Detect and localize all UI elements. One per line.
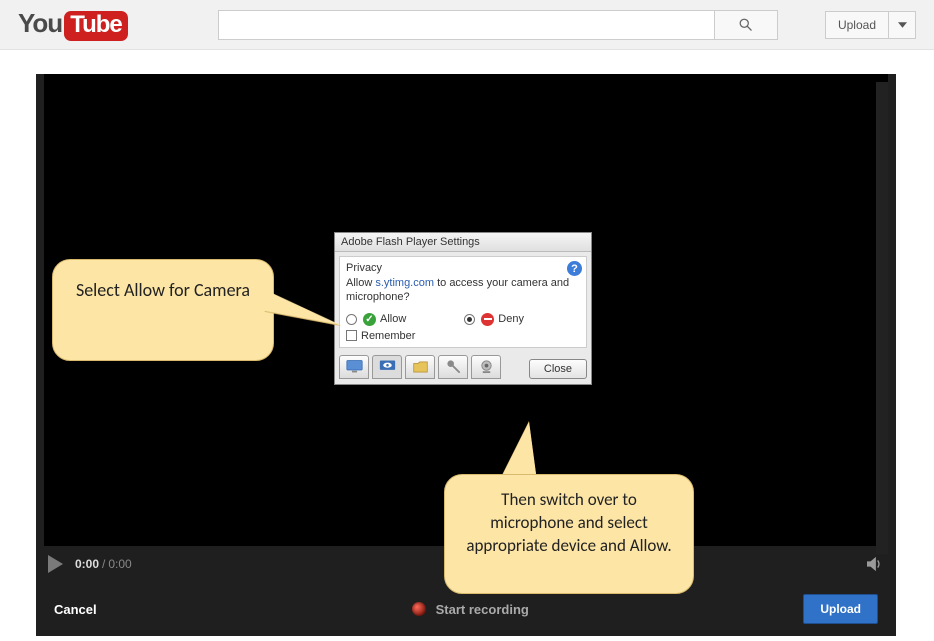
search-button[interactable] xyxy=(714,10,778,40)
flash-message: Allow s.ytimg.com to access your camera … xyxy=(346,276,580,305)
flash-section-title: Privacy xyxy=(346,262,580,274)
check-icon: ✓ xyxy=(363,313,376,326)
volume-button[interactable] xyxy=(866,556,884,572)
flash-settings-dialog: Adobe Flash Player Settings ? Privacy Al… xyxy=(334,232,592,385)
flash-tabs: Close xyxy=(335,352,591,384)
close-label: Close xyxy=(544,363,572,375)
flash-msg-prefix: Allow xyxy=(346,277,375,289)
callout2-tail xyxy=(499,422,537,482)
player-shell: Adobe Flash Player Settings ? Privacy Al… xyxy=(36,74,896,636)
start-recording-label: Start recording xyxy=(436,602,529,617)
remember-row: Remember xyxy=(346,330,580,342)
logo-text-tube: Tube xyxy=(64,11,128,41)
callout1-tail xyxy=(264,291,344,327)
time-total: 0:00 xyxy=(108,557,131,571)
upload-button[interactable]: Upload xyxy=(825,11,888,39)
microphone-icon xyxy=(446,359,461,374)
callout2-text: Then switch over to microphone and selec… xyxy=(466,489,671,556)
main: Adobe Flash Player Settings ? Privacy Al… xyxy=(0,50,934,636)
flash-radio-row: ✓ Allow Deny xyxy=(346,313,580,326)
upload-label: Upload xyxy=(838,18,876,32)
flash-domain-link[interactable]: s.ytimg.com xyxy=(375,277,434,289)
search-box xyxy=(218,10,778,40)
upload-dropdown-button[interactable] xyxy=(888,11,916,39)
upload-button-group: Upload xyxy=(825,11,916,39)
deny-radio[interactable] xyxy=(464,314,475,325)
flash-dialog-body: ? Privacy Allow s.ytimg.com to access yo… xyxy=(339,256,587,348)
upload-primary-button[interactable]: Upload xyxy=(803,594,878,624)
deny-label: Deny xyxy=(498,313,524,325)
tab-camera[interactable] xyxy=(471,355,501,379)
allow-label: Allow xyxy=(380,313,406,325)
tab-storage[interactable] xyxy=(405,355,435,379)
search-input[interactable] xyxy=(218,10,714,40)
help-icon[interactable]: ? xyxy=(567,261,582,276)
close-button[interactable]: Close xyxy=(529,359,587,379)
cancel-button[interactable]: Cancel xyxy=(54,602,97,617)
video-scrollbar[interactable] xyxy=(876,82,888,554)
tab-privacy[interactable] xyxy=(372,355,402,379)
deny-icon xyxy=(481,313,494,326)
annotation-callout-2: Then switch over to microphone and selec… xyxy=(444,474,694,594)
topbar: You Tube Upload xyxy=(0,0,934,50)
youtube-logo[interactable]: You Tube xyxy=(18,8,128,41)
upload-primary-label: Upload xyxy=(820,602,861,616)
allow-radio[interactable] xyxy=(346,314,357,325)
tab-display[interactable] xyxy=(339,355,369,379)
time-current: 0:00 xyxy=(75,557,99,571)
webcam-icon xyxy=(479,359,494,374)
cancel-label: Cancel xyxy=(54,602,97,617)
flash-dialog-title: Adobe Flash Player Settings xyxy=(335,233,591,252)
time-separator: / xyxy=(102,557,105,571)
annotation-callout-1: Select Allow for Camera xyxy=(52,259,274,361)
monitor-icon xyxy=(346,359,363,374)
eye-icon xyxy=(379,359,396,374)
logo-text-you: You xyxy=(18,8,62,39)
speaker-icon xyxy=(866,556,884,572)
play-button[interactable] xyxy=(48,555,63,573)
start-recording-button[interactable]: Start recording xyxy=(412,602,529,617)
record-icon xyxy=(412,602,426,616)
callout1-text: Select Allow for Camera xyxy=(76,279,250,301)
folder-icon xyxy=(412,360,429,374)
video-area: Adobe Flash Player Settings ? Privacy Al… xyxy=(44,74,888,546)
remember-label: Remember xyxy=(361,330,415,342)
caret-down-icon xyxy=(898,22,907,28)
tab-microphone[interactable] xyxy=(438,355,468,379)
remember-checkbox[interactable] xyxy=(346,330,357,341)
search-icon xyxy=(738,17,753,32)
